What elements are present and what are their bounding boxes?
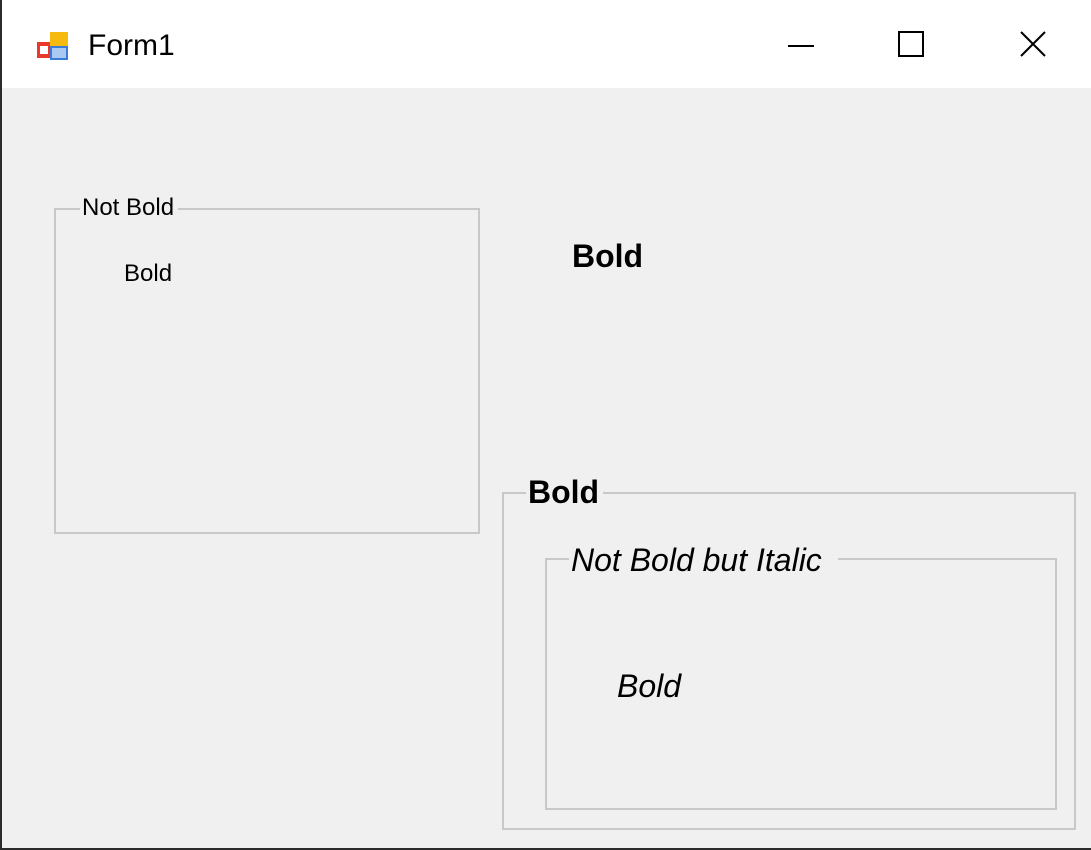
groupbox-caption: Not Bold — [80, 192, 179, 224]
groupbox-caption: Not Bold but Italic — [569, 540, 838, 580]
minimize-button[interactable] — [742, 0, 860, 88]
maximize-button[interactable] — [852, 0, 970, 88]
window-title: Form1 — [88, 29, 175, 62]
groupbox-not-bold-but-italic: Not Bold but Italic Bold — [545, 540, 1057, 810]
label-bold: Bold — [617, 668, 682, 704]
winforms-app-icon — [37, 32, 68, 60]
minimize-icon — [788, 45, 814, 47]
close-button[interactable] — [974, 0, 1091, 88]
label-bold: Bold — [124, 260, 173, 287]
title-bar[interactable]: Form1 — [2, 0, 1091, 88]
form-client-area: Not Bold Bold Bold Bold Not Bold but Ita… — [2, 88, 1091, 848]
groupbox-not-bold: Not Bold Bold — [54, 192, 480, 534]
label-bold: Bold — [572, 238, 644, 274]
maximize-icon — [898, 31, 924, 57]
close-icon — [1020, 31, 1046, 57]
groupbox-caption: Bold — [526, 472, 604, 512]
groupbox-bold: Bold Not Bold but Italic Bold — [502, 472, 1076, 830]
form-window: Form1 Not Bold Bold Bold Bold Not Bold b… — [0, 0, 1091, 850]
